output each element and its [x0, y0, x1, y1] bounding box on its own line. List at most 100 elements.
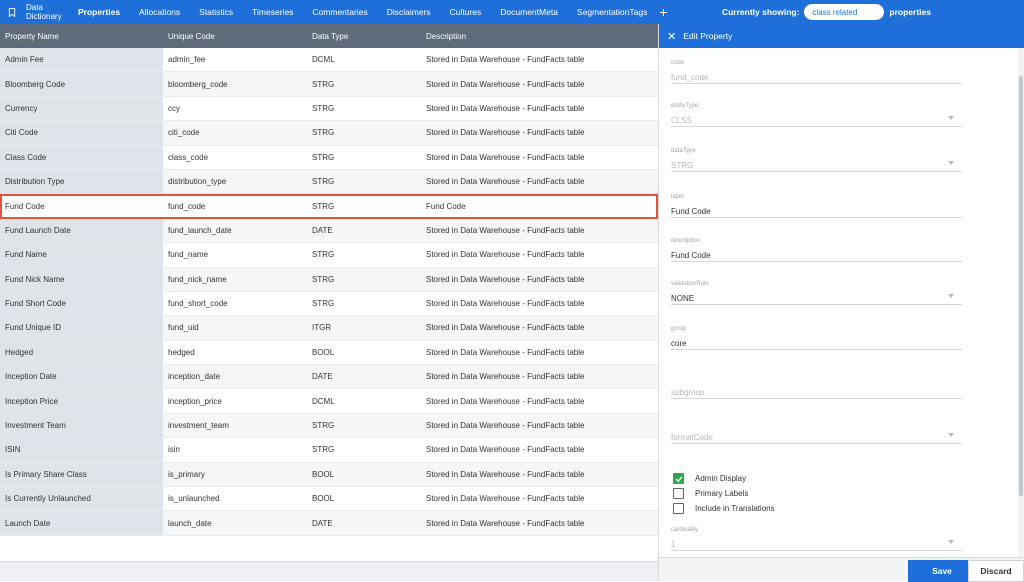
table-row[interactable]: Class Code class_code STRG Stored in Data W…	[0, 145, 658, 170]
data-type-label: dataType	[671, 148, 696, 154]
cell-data-type: STRG	[312, 274, 335, 284]
group-field[interactable]: group core	[671, 326, 962, 350]
properties-table: Property Name Unique Code Data Type Desc…	[0, 24, 658, 581]
table-row[interactable]: Fund Name fund_name STRG Stored in Data War…	[0, 243, 658, 268]
table-row[interactable]: Is Primary Share Class is_primary BOOL Stor…	[0, 462, 658, 488]
data-type-select[interactable]: dataType STRG	[671, 148, 962, 172]
table-row[interactable]: Citi Code citi_code STRG Stored in Data War…	[0, 121, 658, 146]
table-row[interactable]: Fund Code fund_code STRG Fund Code	[0, 194, 658, 219]
showing-label: Currently showing:	[721, 7, 800, 17]
cell-property-name: Fund Short Code	[0, 291, 163, 316]
cell-property-name: Class Code	[0, 145, 163, 169]
format-code-select[interactable]: formatCode	[671, 428, 962, 444]
cell-description: Stored in Data Warehouse - FundFacts tab…	[426, 372, 585, 382]
table-row[interactable]: Inception Price inception_price DCML Stored…	[0, 389, 658, 414]
close-icon[interactable]: ✕	[667, 30, 676, 43]
cell-unique-code: isin	[168, 445, 181, 455]
table-row[interactable]: Investment Team investment_team STRG Stored…	[0, 413, 658, 439]
panel-scrollbar[interactable]	[1018, 48, 1024, 557]
table-row[interactable]: Hedged hedged BOOL Stored in Data Warehouse…	[0, 340, 658, 366]
cell-unique-code: inception_price	[168, 396, 222, 406]
cell-property-name: Bloomberg Code	[0, 72, 163, 96]
cell-property-name: Investment Team	[0, 413, 163, 438]
save-button[interactable]: Save	[908, 560, 976, 582]
table-row[interactable]: Fund Short Code fund_short_code STRG Stored…	[0, 291, 658, 317]
cell-property-name: Is Primary Share Class	[0, 462, 163, 487]
table-row[interactable]: Fund Unique ID fund_uid ITGR Stored in Data…	[0, 316, 658, 341]
cell-description: Stored in Data Warehouse - FundFacts tab…	[426, 225, 585, 235]
app-title-line2: Dictionary	[26, 12, 62, 21]
table-row[interactable]: Is Currently Unlaunched is_unlaunched BOOL…	[0, 487, 658, 512]
app-title: Data Dictionary	[26, 3, 62, 21]
tab-timeseries[interactable]: Timeseries	[252, 7, 293, 17]
tab-documentmeta[interactable]: DocumentMeta	[500, 7, 558, 17]
scrollbar-thumb[interactable]	[1019, 76, 1023, 496]
cell-unique-code: distribution_type	[168, 177, 227, 187]
cell-unique-code: launch_date	[168, 518, 212, 528]
discard-button[interactable]: Discard	[968, 560, 1024, 582]
cell-unique-code: is_primary	[168, 469, 205, 479]
top-nav-bar: Data Dictionary Properties Allocations S…	[0, 0, 1024, 24]
column-header-unique-code[interactable]: Unique Code	[163, 32, 307, 41]
column-header-data-type[interactable]: Data Type	[307, 32, 421, 41]
table-row[interactable]: Bloomberg Code bloomberg_code STRG Stored i…	[0, 72, 658, 97]
table-row[interactable]: Admin Fee admin_fee DCML Stored in Data War…	[0, 48, 658, 73]
admin-display-checkbox[interactable]	[673, 473, 684, 484]
validation-rule-select[interactable]: validationRule NONE	[671, 281, 962, 305]
showing-filter-select[interactable]: class related	[804, 4, 885, 20]
column-header-description[interactable]: Description	[421, 32, 658, 41]
cell-data-type: STRG	[312, 421, 335, 431]
tab-properties[interactable]: Properties	[78, 7, 120, 17]
tab-segmentationtags[interactable]: SegmentationTags	[577, 7, 647, 17]
cell-description: Stored in Data Warehouse - FundFacts tab…	[426, 494, 585, 504]
cell-description: Stored in Data Warehouse - FundFacts tab…	[426, 177, 585, 187]
code-field[interactable]: code fund_code	[671, 60, 962, 84]
table-row[interactable]: Fund Nick Name fund_nick_name STRG Stored i…	[0, 267, 658, 292]
app-title-line1: Data	[26, 3, 43, 12]
cell-property-name: Fund Launch Date	[0, 218, 163, 243]
include-translations-checkbox-row[interactable]: Include in Translations	[673, 503, 775, 514]
entity-type-select[interactable]: entityType CLSS	[671, 103, 962, 127]
table-row[interactable]: Launch Date launch_date DATE Stored in Data…	[0, 511, 658, 536]
label-label: label	[671, 194, 684, 200]
cell-property-name: Distribution Type	[0, 169, 163, 194]
cell-property-name: Fund Code	[0, 194, 163, 218]
tab-cultures[interactable]: Cultures	[450, 7, 482, 17]
app-logo[interactable]: Data Dictionary	[0, 0, 72, 24]
primary-labels-checkbox-row[interactable]: Primary Labels	[673, 488, 748, 499]
primary-labels-checkbox[interactable]	[673, 488, 684, 499]
column-header-property-name[interactable]: Property Name	[0, 32, 163, 41]
table-row[interactable]: Fund Launch Date fund_launch_date DATE Stor…	[0, 218, 658, 244]
cell-description: Stored in Data Warehouse - FundFacts tab…	[426, 128, 585, 138]
chevron-down-icon	[948, 161, 954, 165]
tab-allocations[interactable]: Allocations	[139, 7, 180, 17]
admin-display-checkbox-row[interactable]: Admin Display	[673, 473, 746, 484]
code-label: code	[671, 60, 685, 66]
cell-property-name: Citi Code	[0, 121, 163, 145]
table-row[interactable]: Inception Date inception_date DATE Stored i…	[0, 365, 658, 390]
cell-property-name: Admin Fee	[0, 48, 163, 72]
include-translations-checkbox[interactable]	[673, 503, 684, 514]
cell-description: Stored in Data Warehouse - FundFacts tab…	[426, 299, 585, 309]
add-tab-button[interactable]: +	[659, 5, 667, 19]
cell-data-type: STRG	[312, 79, 335, 89]
table-row[interactable]: ISIN isin STRG Stored in Data Warehouse - F…	[0, 438, 658, 463]
description-field[interactable]: description Fund Code	[671, 238, 962, 262]
cell-data-type: STRG	[312, 201, 335, 211]
chevron-down-icon	[948, 294, 954, 298]
label-field[interactable]: label Fund Code	[671, 194, 962, 218]
table-row[interactable]: Currency ccy STRG Stored in Data Warehouse …	[0, 96, 658, 122]
tab-disclaimers[interactable]: Disclaimers	[387, 7, 431, 17]
panel-title: Edit Property	[683, 31, 733, 41]
cell-description: Stored in Data Warehouse - FundFacts tab…	[426, 103, 585, 113]
cell-property-name: Fund Nick Name	[0, 267, 163, 291]
table-row[interactable]: Distribution Type distribution_type STRG St…	[0, 169, 658, 195]
cardinality-select[interactable]: cardinality 1	[671, 527, 962, 551]
cell-unique-code: class_code	[168, 152, 209, 162]
table-header: Property Name Unique Code Data Type Desc…	[0, 24, 658, 48]
include-translations-label: Include in Translations	[695, 504, 775, 513]
tab-statistics[interactable]: Statistics	[199, 7, 233, 17]
tab-commentaries[interactable]: Commentaries	[312, 7, 367, 17]
subgroup-field[interactable]: subgroup	[671, 383, 962, 399]
check-icon	[675, 475, 683, 482]
